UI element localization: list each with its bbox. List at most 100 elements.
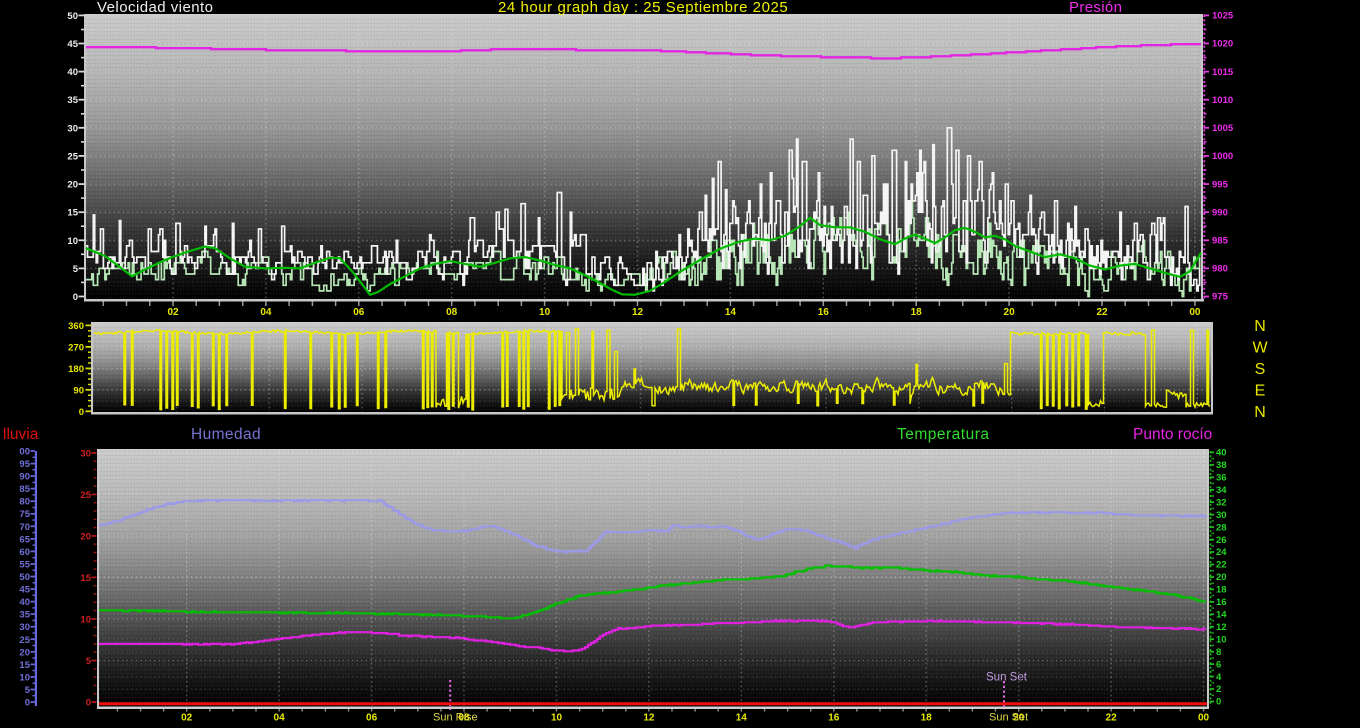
- svg-text:Sun Rise: Sun Rise: [433, 712, 478, 724]
- svg-text:5: 5: [73, 264, 79, 275]
- svg-text:360: 360: [68, 321, 84, 332]
- svg-text:990: 990: [1212, 207, 1228, 218]
- svg-text:08: 08: [446, 307, 458, 318]
- svg-text:Sun Set: Sun Set: [989, 712, 1028, 724]
- svg-text:00: 00: [19, 447, 30, 458]
- svg-text:N: N: [1254, 318, 1266, 335]
- svg-text:20: 20: [80, 531, 91, 542]
- svg-text:5: 5: [86, 656, 92, 667]
- svg-text:36: 36: [1216, 473, 1227, 484]
- svg-text:0: 0: [79, 407, 84, 418]
- svg-text:90: 90: [73, 385, 84, 396]
- svg-text:50: 50: [67, 11, 78, 22]
- svg-text:24: 24: [1216, 547, 1227, 558]
- svg-text:22: 22: [1096, 307, 1108, 318]
- svg-text:55: 55: [19, 560, 30, 571]
- svg-text:04: 04: [274, 713, 286, 724]
- svg-text:980: 980: [1212, 264, 1228, 275]
- svg-text:270: 270: [68, 342, 84, 353]
- svg-text:20: 20: [1216, 572, 1227, 583]
- svg-text:Temperatura: Temperatura: [897, 426, 990, 443]
- svg-text:2: 2: [1216, 684, 1221, 695]
- svg-text:180: 180: [68, 364, 84, 375]
- svg-text:30: 30: [80, 448, 91, 459]
- svg-text:Punto rocío: Punto rocío: [1133, 426, 1212, 443]
- svg-text:975: 975: [1212, 292, 1229, 303]
- svg-text:25: 25: [80, 490, 91, 501]
- svg-text:1000: 1000: [1212, 151, 1233, 162]
- svg-text:50: 50: [19, 572, 30, 583]
- svg-text:90: 90: [19, 472, 30, 483]
- svg-text:60: 60: [19, 547, 30, 558]
- svg-text:N: N: [1254, 404, 1266, 421]
- svg-text:24 hour graph day : 25 Septiem: 24 hour graph day : 25 Septiembre 2025: [498, 0, 788, 16]
- svg-text:85: 85: [19, 484, 30, 495]
- svg-text:8: 8: [1216, 647, 1221, 658]
- svg-text:10: 10: [1216, 634, 1227, 645]
- svg-text:16: 16: [1216, 597, 1227, 608]
- svg-text:S: S: [1255, 361, 1266, 378]
- svg-text:995: 995: [1212, 179, 1229, 190]
- svg-text:35: 35: [67, 95, 78, 106]
- svg-text:22: 22: [1216, 560, 1227, 571]
- svg-text:38: 38: [1216, 460, 1227, 471]
- svg-text:20: 20: [67, 180, 78, 191]
- svg-text:35: 35: [19, 610, 30, 621]
- svg-text:1025: 1025: [1212, 11, 1234, 22]
- svg-text:28: 28: [1216, 522, 1227, 533]
- svg-text:34: 34: [1216, 485, 1227, 496]
- svg-text:10: 10: [551, 713, 563, 724]
- svg-text:15: 15: [80, 573, 91, 584]
- svg-text:25: 25: [19, 635, 30, 646]
- svg-text:10: 10: [67, 236, 78, 247]
- svg-text:15: 15: [67, 208, 78, 219]
- svg-text:985: 985: [1212, 236, 1229, 247]
- svg-text:Sun Set: Sun Set: [986, 672, 1028, 684]
- svg-text:1015: 1015: [1212, 67, 1234, 78]
- svg-text:32: 32: [1216, 497, 1227, 508]
- svg-text:10: 10: [19, 672, 30, 683]
- svg-text:30: 30: [1216, 510, 1227, 521]
- svg-text:40: 40: [19, 597, 30, 608]
- svg-text:15: 15: [19, 660, 30, 671]
- svg-text:12: 12: [632, 307, 644, 318]
- svg-text:02: 02: [181, 713, 193, 724]
- svg-text:E: E: [1255, 383, 1266, 400]
- svg-text:6: 6: [1216, 659, 1221, 670]
- svg-text:02: 02: [167, 307, 179, 318]
- svg-text:Presión: Presión: [1069, 0, 1122, 16]
- svg-text:25: 25: [67, 151, 78, 162]
- svg-text:06: 06: [366, 713, 378, 724]
- svg-text:00: 00: [1189, 307, 1201, 318]
- svg-text:0: 0: [73, 292, 78, 303]
- svg-text:80: 80: [19, 497, 30, 508]
- svg-text:0: 0: [86, 698, 91, 709]
- svg-text:10: 10: [80, 615, 91, 626]
- svg-text:70: 70: [19, 522, 30, 533]
- svg-text:Humedad: Humedad: [191, 426, 261, 443]
- svg-text:65: 65: [19, 534, 30, 545]
- svg-text:00: 00: [1198, 713, 1210, 724]
- svg-text:40: 40: [1216, 448, 1227, 459]
- svg-text:0: 0: [1216, 697, 1221, 708]
- svg-text:Velocidad viento: Velocidad viento: [97, 0, 213, 16]
- svg-text:06: 06: [353, 307, 365, 318]
- svg-text:45: 45: [19, 585, 30, 596]
- svg-text:1005: 1005: [1212, 123, 1234, 134]
- svg-text:95: 95: [19, 459, 30, 470]
- svg-text:1010: 1010: [1212, 95, 1233, 106]
- svg-text:W: W: [1252, 340, 1268, 357]
- svg-text:14: 14: [736, 713, 748, 724]
- svg-text:30: 30: [19, 622, 30, 633]
- svg-text:10: 10: [539, 307, 551, 318]
- svg-text:04: 04: [260, 307, 272, 318]
- svg-text:5: 5: [25, 685, 31, 696]
- svg-text:18: 18: [921, 713, 933, 724]
- svg-text:26: 26: [1216, 535, 1227, 546]
- svg-text:0: 0: [25, 698, 30, 709]
- svg-text:45: 45: [67, 39, 78, 50]
- svg-text:75: 75: [19, 509, 30, 520]
- svg-text:22: 22: [1106, 713, 1118, 724]
- svg-text:14: 14: [1216, 610, 1227, 621]
- svg-text:16: 16: [828, 713, 840, 724]
